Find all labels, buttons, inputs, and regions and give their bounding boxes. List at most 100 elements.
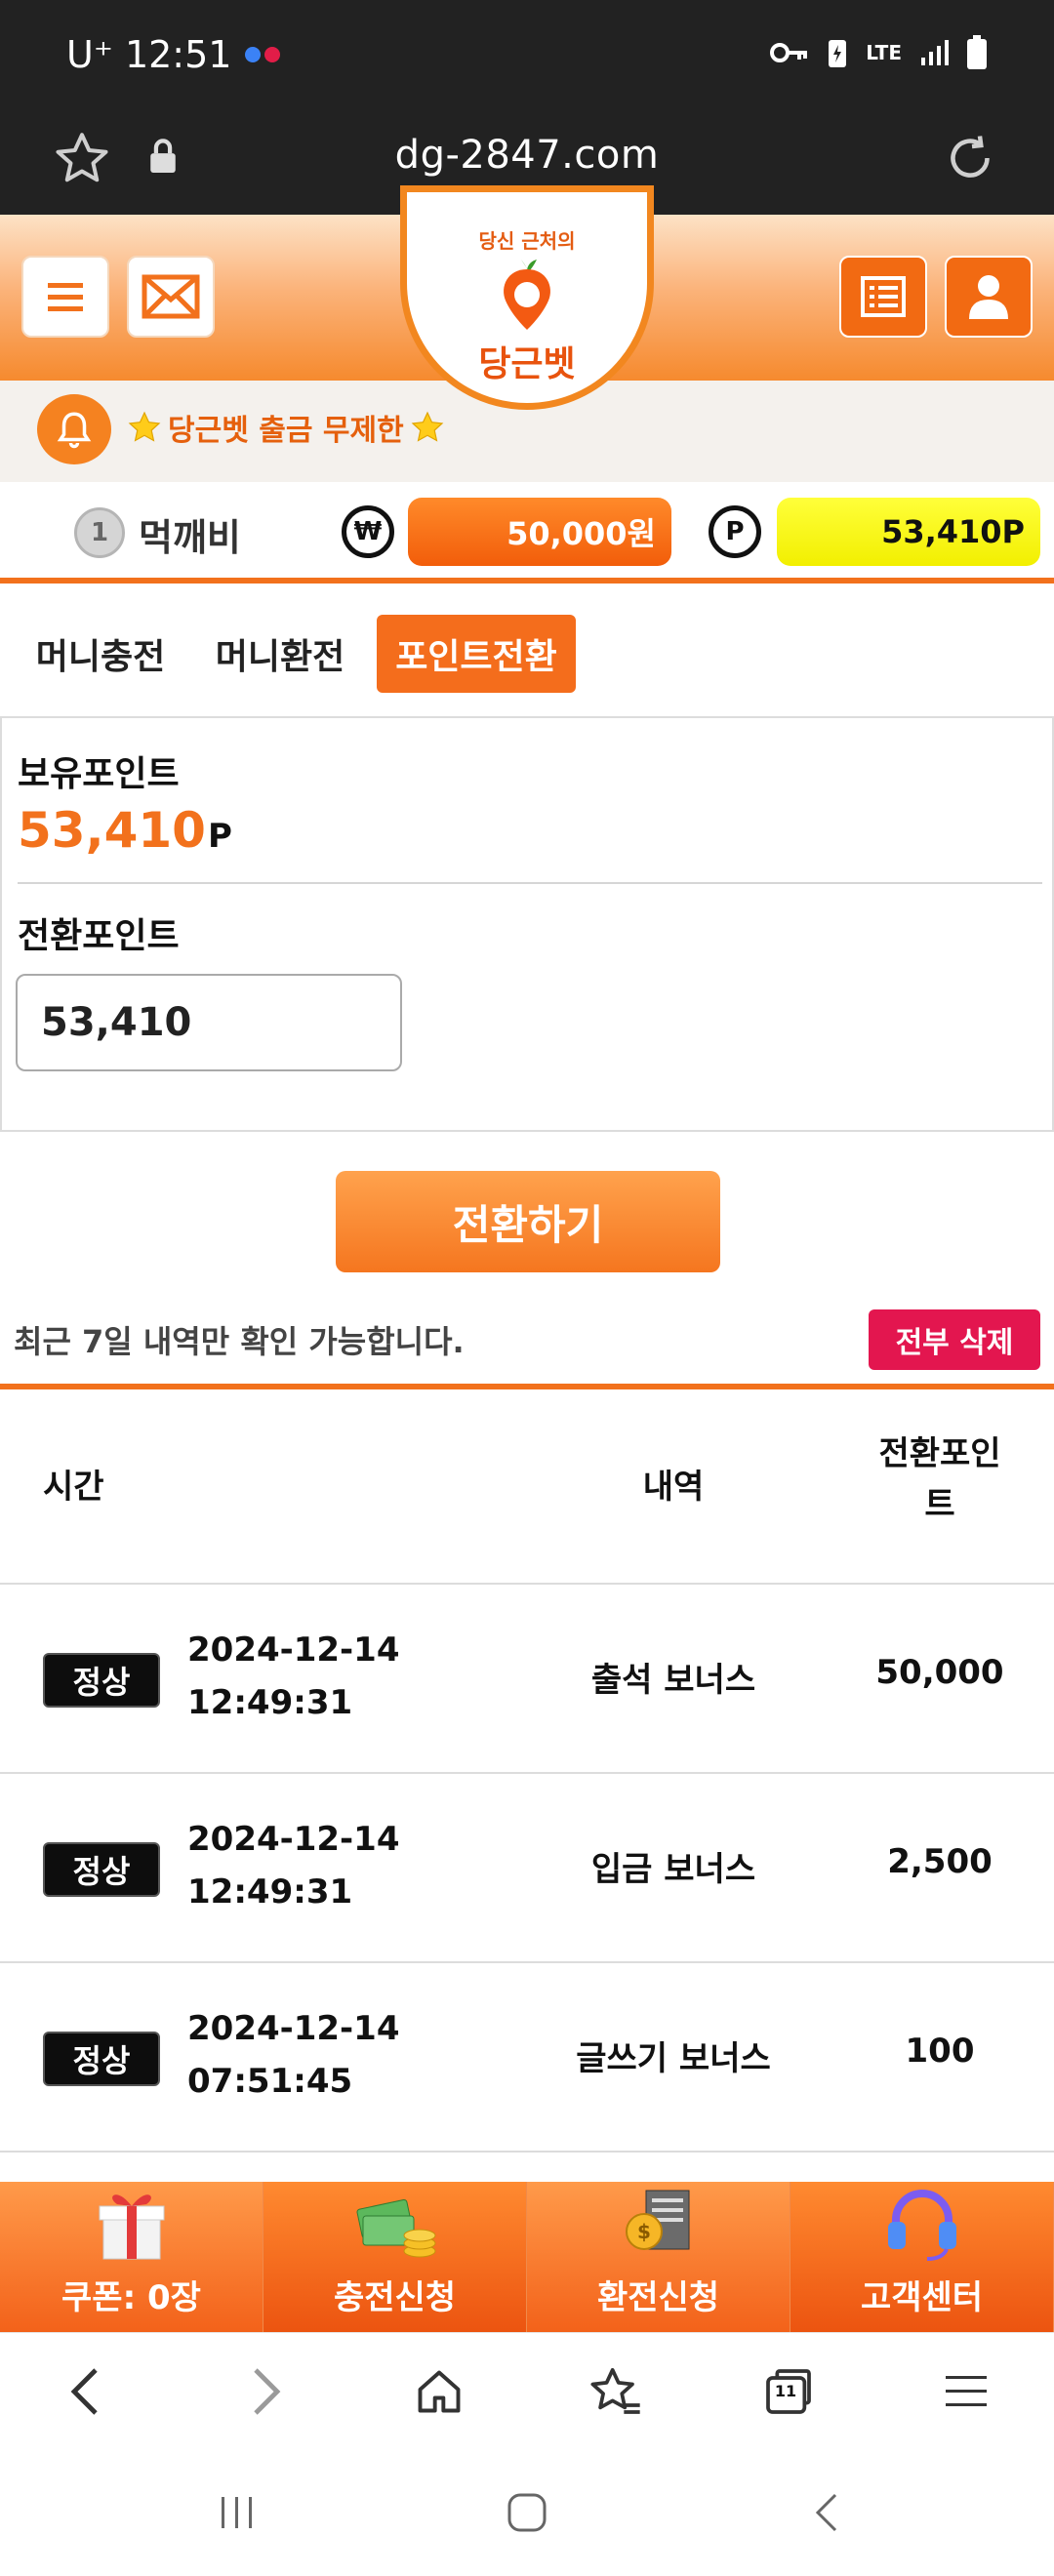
exchange-icon: $ bbox=[625, 2190, 689, 2250]
row-points: 2,500 bbox=[887, 1842, 993, 1881]
back-button[interactable] bbox=[55, 2360, 117, 2423]
gift-icon bbox=[99, 2194, 164, 2260]
home-button[interactable] bbox=[408, 2360, 470, 2423]
browser-toolbar: 11 bbox=[0, 2332, 1054, 2449]
signal-icon bbox=[921, 40, 949, 65]
android-home-icon bbox=[507, 2493, 547, 2532]
exchange-request-label: 환전신청 bbox=[596, 2278, 720, 2317]
envelope-icon bbox=[142, 274, 200, 319]
convert-points-label: 전환포인트 bbox=[18, 916, 180, 956]
coupon-label: 쿠폰: 0장 bbox=[61, 2278, 201, 2317]
history-table: 시간 내역 전환포인 트 정상 2024-12-14 12:49:31 출석 보너… bbox=[0, 1384, 1054, 2153]
row-date: 2024-12-14 bbox=[187, 2009, 400, 2048]
row-time: 12:49:31 bbox=[187, 1872, 353, 1912]
notice-text: 당근벳 출금 무제한 bbox=[168, 414, 404, 448]
recent-apps-icon bbox=[222, 2497, 252, 2528]
status-bar: U⁺ 12:51 LTE bbox=[0, 0, 1054, 115]
chevron-left-icon bbox=[70, 2368, 98, 2415]
form-divider bbox=[18, 882, 1042, 884]
table-row: 정상 2024-12-14 12:49:31 출석 보너스 50,000 bbox=[0, 1585, 1054, 1774]
held-points-value: 53,410P bbox=[18, 802, 232, 859]
tab-money-exchange[interactable]: 머니환전 bbox=[195, 615, 365, 693]
site-bottom-nav: 쿠폰: 0장 충전신청 $ 환전신청 고객센터 bbox=[0, 2182, 1054, 2332]
row-date: 2024-12-14 bbox=[187, 1630, 400, 1670]
profile-button[interactable] bbox=[945, 256, 1033, 338]
bookmarks-button[interactable] bbox=[584, 2360, 646, 2423]
list-button[interactable] bbox=[839, 256, 927, 338]
android-back-button[interactable] bbox=[792, 2478, 861, 2547]
url-text[interactable]: dg-2847.com bbox=[0, 133, 1054, 178]
menu-button[interactable] bbox=[21, 256, 109, 338]
row-time: 12:49:31 bbox=[187, 1683, 353, 1722]
delete-all-button[interactable]: 전부 삭제 bbox=[869, 1309, 1040, 1370]
chevron-right-icon bbox=[254, 2368, 281, 2415]
battery-icon bbox=[967, 35, 987, 69]
status-badge: 정상 bbox=[43, 1653, 160, 1708]
tabs-button[interactable]: 11 bbox=[757, 2360, 820, 2423]
notification-dots-icon bbox=[245, 47, 281, 62]
point-convert-form: 보유포인트 53,410P 전환포인트 53,410 bbox=[0, 716, 1054, 1132]
logo-tagline: 당신 근처의 bbox=[478, 229, 576, 253]
bookmark-list-icon bbox=[590, 2367, 640, 2414]
charge-request-button[interactable]: 충전신청 bbox=[264, 2182, 527, 2332]
svg-text:$: $ bbox=[637, 2220, 651, 2243]
row-datetime: 2024-12-14 07:51:45 bbox=[187, 2002, 399, 2108]
mail-button[interactable] bbox=[127, 256, 215, 338]
column-time: 시간 bbox=[43, 1468, 104, 1507]
held-points-number: 53,410 bbox=[18, 802, 206, 859]
browser-menu-button[interactable] bbox=[935, 2360, 997, 2423]
row-detail: 글쓰기 보너스 bbox=[576, 2039, 771, 2078]
recent-apps-button[interactable] bbox=[203, 2478, 271, 2547]
convert-button[interactable]: 전환하기 bbox=[336, 1171, 720, 1272]
username: 먹깨비 bbox=[139, 516, 241, 559]
android-back-icon bbox=[815, 2493, 837, 2532]
table-header: 시간 내역 전환포인 트 bbox=[0, 1389, 1054, 1585]
user-icon bbox=[969, 275, 1008, 319]
table-row: 정상 2024-12-14 07:51:45 글쓰기 보너스 100 bbox=[0, 1963, 1054, 2153]
tab-count: 11 bbox=[774, 2382, 797, 2400]
held-points-label: 보유포인트 bbox=[18, 754, 180, 794]
level-coin-icon: 1 bbox=[74, 507, 125, 558]
menu-lines-icon bbox=[946, 2376, 987, 2406]
held-points-unit: P bbox=[207, 817, 232, 856]
column-points: 전환포인 트 bbox=[878, 1434, 1001, 1524]
exchange-request-button[interactable]: $ 환전신청 bbox=[527, 2182, 790, 2332]
battery-saver-icon bbox=[829, 40, 847, 67]
status-right: LTE bbox=[770, 35, 988, 70]
status-badge: 정상 bbox=[43, 1842, 160, 1897]
star-icon bbox=[411, 411, 444, 442]
tab-point-convert[interactable]: 포인트전환 bbox=[377, 615, 576, 693]
convert-points-input[interactable]: 53,410 bbox=[16, 974, 402, 1071]
android-nav-bar bbox=[0, 2449, 1054, 2576]
row-points: 100 bbox=[905, 2032, 975, 2071]
won-icon: ₩ bbox=[342, 505, 394, 558]
customer-center-label: 고객센터 bbox=[860, 2278, 984, 2317]
carrot-logo-icon bbox=[504, 260, 550, 330]
key-icon bbox=[770, 43, 808, 62]
row-detail: 출석 보너스 bbox=[590, 1661, 756, 1700]
status-badge: 정상 bbox=[43, 2032, 160, 2086]
row-detail: 입금 보너스 bbox=[590, 1850, 756, 1889]
balance-bar: 1 먹깨비 ₩ 50,000원 P 53,410P bbox=[0, 482, 1054, 584]
bell-icon bbox=[37, 394, 111, 464]
star-icon bbox=[128, 411, 161, 442]
network-label: LTE bbox=[866, 41, 902, 64]
logo-name: 당근벳 bbox=[478, 344, 576, 384]
money-balance: 50,000원 bbox=[408, 498, 671, 566]
home-icon bbox=[418, 2370, 461, 2413]
tab-bar: 머니충전 머니환전 포인트전환 bbox=[0, 589, 1054, 716]
notice-text-wrap: 당근벳 출금 무제한 bbox=[127, 406, 445, 449]
android-home-button[interactable] bbox=[493, 2478, 561, 2547]
reload-icon[interactable] bbox=[941, 129, 999, 187]
tab-money-charge[interactable]: 머니충전 bbox=[18, 615, 183, 693]
customer-center-button[interactable]: 고객센터 bbox=[790, 2182, 1054, 2332]
coupon-button[interactable]: 쿠폰: 0장 bbox=[0, 2182, 264, 2332]
hamburger-icon bbox=[48, 283, 83, 311]
row-datetime: 2024-12-14 12:49:31 bbox=[187, 1624, 399, 1729]
row-time: 07:51:45 bbox=[187, 2062, 353, 2101]
column-detail: 내역 bbox=[642, 1468, 705, 1507]
forward-button[interactable] bbox=[234, 2360, 297, 2423]
list-icon bbox=[861, 276, 906, 317]
point-balance: 53,410P bbox=[777, 498, 1040, 566]
row-points: 50,000 bbox=[875, 1653, 1004, 1692]
